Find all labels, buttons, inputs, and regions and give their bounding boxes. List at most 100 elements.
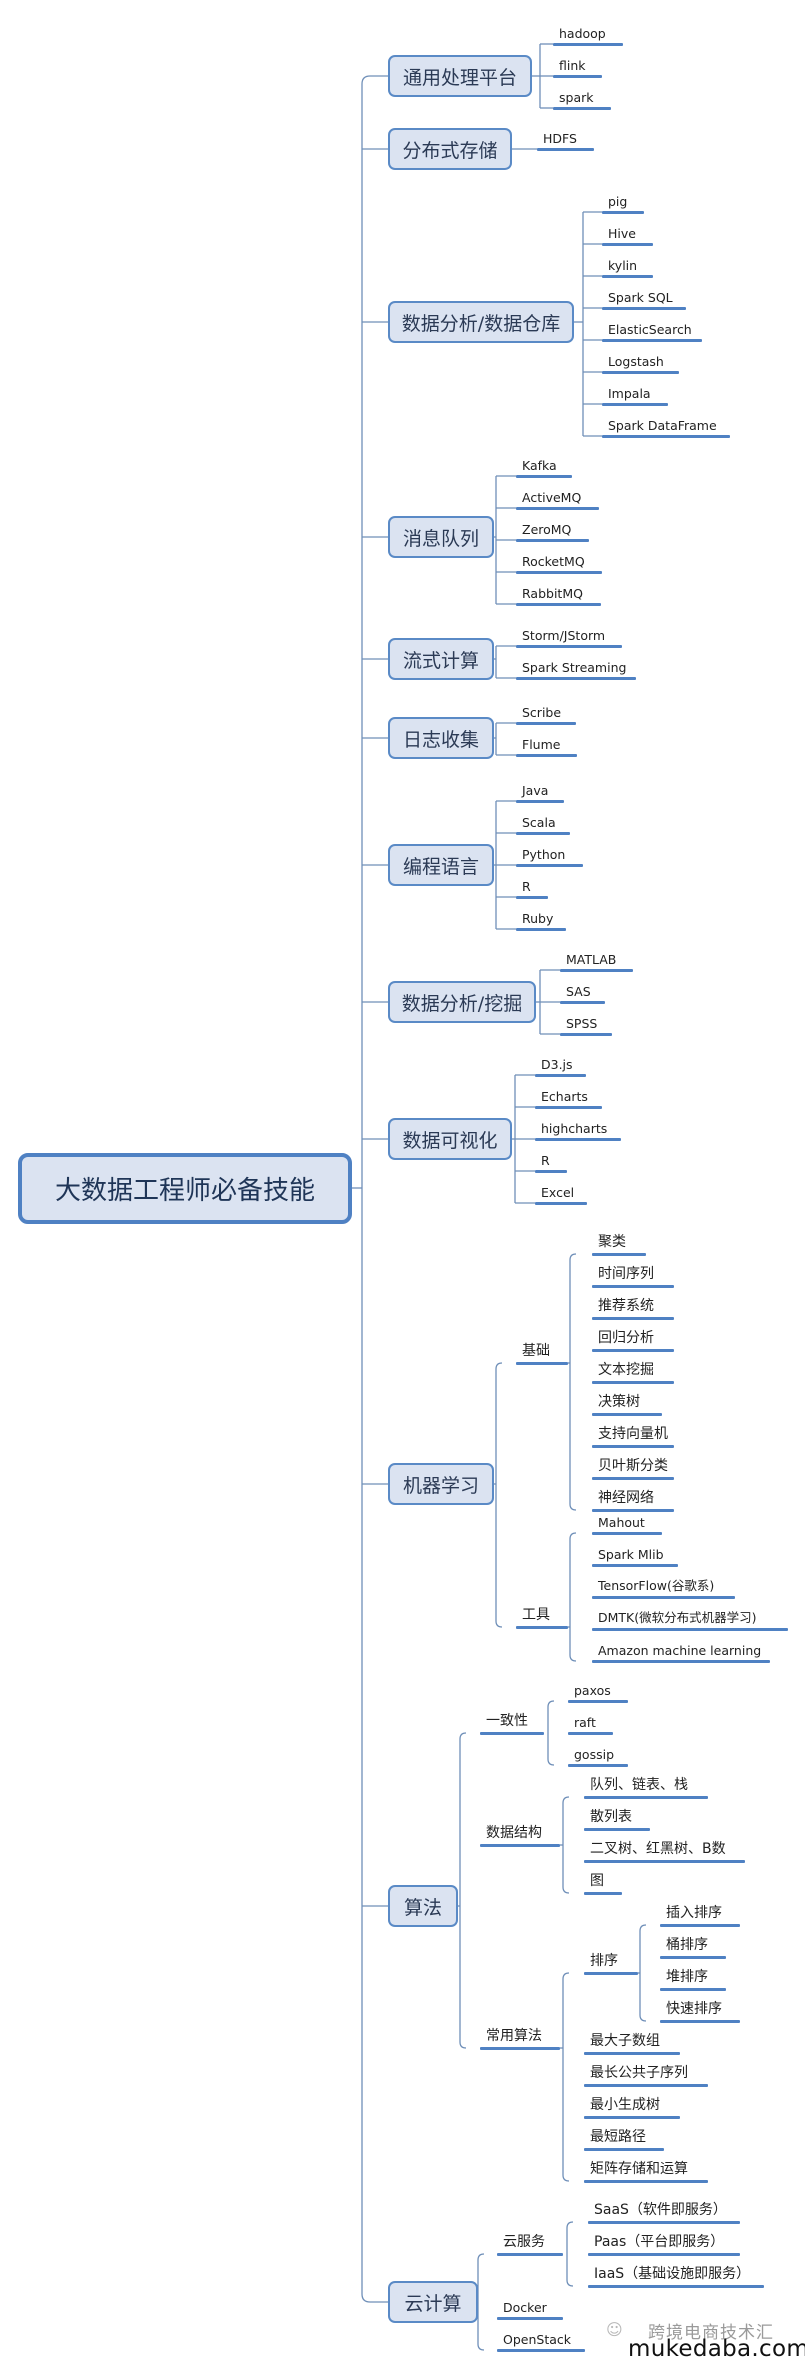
leaf-topic[interactable]: Storm/JStorm (516, 622, 622, 648)
leaf-topic[interactable]: R (516, 873, 548, 899)
leaf-topic[interactable]: 散列表 (584, 1805, 650, 1831)
branch-topic-10[interactable]: 算法 (388, 1885, 458, 1927)
branch-topic-9[interactable]: 机器学习 (388, 1463, 494, 1505)
subtopic[interactable]: 基础 (516, 1339, 568, 1365)
leaf-topic[interactable]: RocketMQ (516, 548, 602, 574)
topic-underline (602, 435, 730, 438)
leaf-topic[interactable]: Impala (602, 380, 668, 406)
leaf-topic[interactable]: IaaS（基础设施即服务） (588, 2262, 764, 2288)
leaf-topic[interactable]: Paas（平台即服务） (588, 2230, 740, 2256)
leaf-topic[interactable]: Scribe (516, 699, 576, 725)
leaf-topic[interactable]: Ruby (516, 905, 566, 931)
leaf-topic[interactable]: Flume (516, 731, 577, 757)
branch-topic-7[interactable]: 数据分析/挖掘 (388, 981, 536, 1023)
branch-topic-0[interactable]: 通用处理平台 (388, 55, 532, 97)
topic-label: 快速排序 (666, 2001, 722, 2017)
subtopic[interactable]: 排序 (584, 1949, 638, 1975)
leaf-topic[interactable]: Excel (535, 1179, 587, 1205)
leaf-topic[interactable]: DMTK(微软分布式机器学习) (592, 1605, 788, 1631)
leaf-topic[interactable]: ActiveMQ (516, 484, 599, 510)
topic-label: 支持向量机 (598, 1426, 668, 1442)
subtopic[interactable]: 一致性 (480, 1709, 544, 1735)
leaf-topic[interactable]: HDFS (537, 125, 594, 151)
leaf-topic[interactable]: 最短路径 (584, 2125, 664, 2151)
leaf-topic[interactable]: 堆排序 (660, 1965, 726, 1991)
leaf-topic[interactable]: paxos (568, 1677, 628, 1703)
leaf-topic[interactable]: highcharts (535, 1115, 621, 1141)
topic-label: 云服务 (503, 2234, 545, 2250)
subtopic[interactable]: 常用算法 (480, 2024, 560, 2050)
leaf-topic[interactable]: 插入排序 (660, 1901, 740, 1927)
topic-underline (516, 754, 577, 757)
branch-topic-8[interactable]: 数据可视化 (388, 1118, 512, 1160)
leaf-topic[interactable]: gossip (568, 1741, 628, 1767)
branch-topic-11[interactable]: 云计算 (388, 2281, 478, 2323)
leaf-topic[interactable]: Spark Mlib (592, 1541, 678, 1567)
leaf-topic[interactable]: SPSS (560, 1010, 612, 1036)
leaf-topic[interactable]: 二叉树、红黑树、B数 (584, 1837, 745, 1863)
leaf-topic[interactable]: 支持向量机 (592, 1422, 674, 1448)
leaf-topic[interactable]: 文本挖掘 (592, 1358, 674, 1384)
leaf-topic[interactable]: 最小生成树 (584, 2093, 680, 2119)
leaf-topic[interactable]: pig (602, 188, 644, 214)
leaf-topic[interactable]: 桶排序 (660, 1933, 726, 1959)
leaf-topic[interactable]: OpenStack (497, 2326, 585, 2352)
leaf-topic[interactable]: ElasticSearch (602, 316, 702, 342)
leaf-topic[interactable]: Docker (497, 2294, 563, 2320)
leaf-topic[interactable]: TensorFlow(谷歌系) (592, 1573, 735, 1599)
leaf-topic[interactable]: Echarts (535, 1083, 602, 1109)
topic-underline (584, 1828, 650, 1831)
leaf-topic[interactable]: Spark Streaming (516, 654, 636, 680)
leaf-topic[interactable]: Spark SQL (602, 284, 686, 310)
leaf-topic[interactable]: SAS (560, 978, 605, 1004)
branch-topic-6[interactable]: 编程语言 (388, 844, 494, 886)
branch-topic-2[interactable]: 数据分析/数据仓库 (388, 301, 574, 343)
leaf-topic[interactable]: Mahout (592, 1509, 662, 1535)
leaf-topic[interactable]: Hive (602, 220, 653, 246)
leaf-topic[interactable]: kylin (602, 252, 653, 278)
leaf-topic[interactable]: Java (516, 777, 564, 803)
leaf-topic[interactable]: ZeroMQ (516, 516, 589, 542)
branch-topic-3[interactable]: 消息队列 (388, 516, 494, 558)
leaf-topic[interactable]: Spark DataFrame (602, 412, 730, 438)
subtopic[interactable]: 工具 (516, 1603, 568, 1629)
topic-label: Impala (608, 386, 651, 401)
leaf-topic[interactable]: 贝叶斯分类 (592, 1454, 674, 1480)
topic-label: 队列、链表、栈 (590, 1777, 688, 1793)
leaf-topic[interactable]: 快速排序 (660, 1997, 740, 2023)
leaf-topic[interactable]: 聚类 (592, 1230, 646, 1256)
topic-underline (516, 1626, 568, 1629)
leaf-topic[interactable]: Scala (516, 809, 570, 835)
topic-underline (592, 1628, 788, 1631)
leaf-topic[interactable]: 队列、链表、栈 (584, 1773, 708, 1799)
branch-topic-1[interactable]: 分布式存储 (388, 128, 512, 170)
leaf-topic[interactable]: raft (568, 1709, 613, 1735)
leaf-topic[interactable]: Logstash (602, 348, 679, 374)
branch-topic-5[interactable]: 日志收集 (388, 717, 494, 759)
branch-topic-4[interactable]: 流式计算 (388, 638, 494, 680)
topic-underline (537, 148, 594, 151)
root-topic[interactable]: 大数据工程师必备技能 (18, 1153, 352, 1224)
subtopic[interactable]: 数据结构 (480, 1821, 560, 1847)
leaf-topic[interactable]: 矩阵存储和运算 (584, 2157, 708, 2183)
leaf-topic[interactable]: 图 (584, 1869, 622, 1895)
leaf-topic[interactable]: D3.js (535, 1051, 586, 1077)
leaf-topic[interactable]: flink (553, 52, 602, 78)
leaf-topic[interactable]: 时间序列 (592, 1262, 674, 1288)
leaf-topic[interactable]: Kafka (516, 452, 572, 478)
leaf-topic[interactable]: 决策树 (592, 1390, 662, 1416)
topic-label: 最短路径 (590, 2129, 646, 2145)
leaf-topic[interactable]: hadoop (553, 20, 623, 46)
leaf-topic[interactable]: SaaS（软件即服务） (588, 2198, 740, 2224)
leaf-topic[interactable]: 最长公共子序列 (584, 2061, 708, 2087)
leaf-topic[interactable]: RabbitMQ (516, 580, 601, 606)
leaf-topic[interactable]: 回归分析 (592, 1326, 674, 1352)
leaf-topic[interactable]: R (535, 1147, 567, 1173)
leaf-topic[interactable]: Amazon machine learning (592, 1637, 770, 1663)
leaf-topic[interactable]: MATLAB (560, 946, 633, 972)
leaf-topic[interactable]: 最大子数组 (584, 2029, 680, 2055)
leaf-topic[interactable]: 推荐系统 (592, 1294, 674, 1320)
leaf-topic[interactable]: spark (553, 84, 611, 110)
leaf-topic[interactable]: Python (516, 841, 583, 867)
subtopic[interactable]: 云服务 (497, 2230, 563, 2256)
